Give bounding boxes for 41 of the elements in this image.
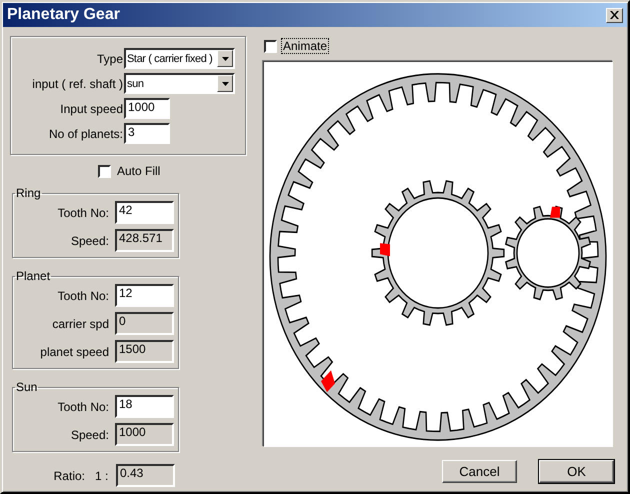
field-label: Type (96, 52, 123, 66)
checkbox[interactable] (98, 164, 111, 178)
ratio-prefix: 1 : (95, 468, 110, 482)
input-field[interactable]: 1000 (124, 98, 170, 119)
group-title: Ring (15, 186, 42, 200)
field-label: Speed: (70, 234, 109, 248)
field-label: Speed: (70, 428, 109, 442)
field-label: Tooth No: (56, 206, 109, 220)
input-field[interactable]: 3 (124, 123, 170, 144)
window-title: Planetary Gear (7, 6, 120, 24)
field-label: Tooth No: (56, 288, 109, 302)
dialog-button[interactable]: Cancel (442, 460, 517, 483)
group-title: Planet (15, 269, 52, 283)
caret-icon (222, 82, 228, 86)
dialog-button[interactable]: OK (539, 460, 614, 483)
field-label: Ratio: (52, 468, 85, 482)
input-field[interactable]: 42 (115, 201, 174, 224)
dropdown[interactable]: sun (124, 73, 235, 94)
readonly-field: 1000 (115, 423, 174, 446)
caret-icon (222, 56, 228, 60)
checkbox[interactable] (264, 40, 277, 52)
readonly-field: 0 (115, 312, 174, 335)
readonly-field: 1500 (115, 340, 174, 363)
readonly-field: 428.571 (115, 229, 174, 252)
input-field[interactable]: 12 (115, 284, 174, 307)
field-label: Tooth No: (56, 400, 109, 414)
field-label: planet speed (39, 344, 109, 358)
field-label: input ( ref. shaft ) (31, 76, 123, 90)
close-button[interactable] (606, 8, 623, 22)
checkbox-label[interactable]: Animate (281, 38, 330, 54)
field-label: Input speed (59, 102, 123, 116)
close-icon (610, 11, 619, 19)
input-field[interactable]: 18 (115, 395, 174, 418)
dropdown[interactable]: Star ( carrier fixed ) (124, 48, 235, 69)
readonly-field: 0.43 (116, 464, 175, 487)
field-label: carrier spd (51, 316, 109, 330)
checkbox-label[interactable]: Auto Fill (115, 163, 162, 179)
field-label: No of planets: (48, 126, 123, 140)
group-title: Sun (15, 380, 38, 394)
dropdown-button[interactable] (217, 50, 233, 67)
dropdown-button[interactable] (217, 75, 233, 92)
